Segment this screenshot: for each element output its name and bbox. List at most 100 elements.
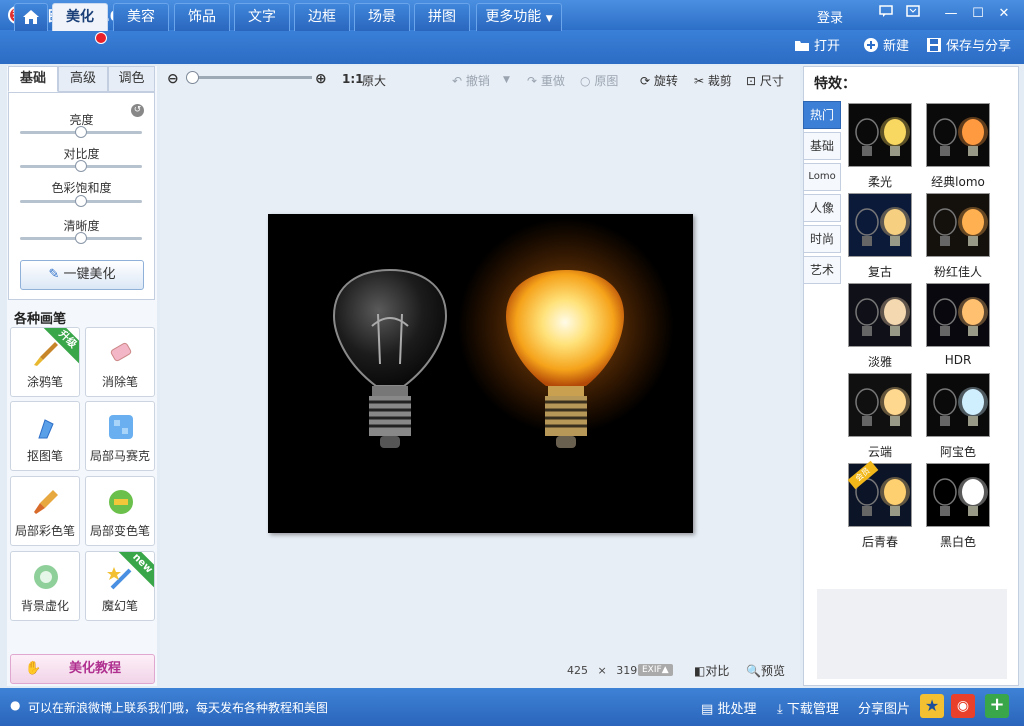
exif-button[interactable]: EXIF▲ [638,664,673,676]
zoom-out-icon[interactable]: ⊖ [167,71,179,87]
effect-thumb[interactable] [926,193,990,257]
add-share-icon[interactable]: + [985,694,1009,718]
photo-canvas[interactable] [268,214,693,533]
tab-beauty[interactable]: 美容 [113,3,169,31]
brush-icon [34,342,58,366]
download-manager-button[interactable]: ⤓ 下载管理 [777,698,839,717]
sharpness-knob[interactable] [75,232,87,244]
batch-button[interactable]: ▤ 批处理 [701,698,756,717]
eraser-icon [110,342,132,362]
brightness-knob[interactable] [75,126,87,138]
home-tab[interactable] [14,3,48,31]
magic-pen-tool[interactable]: new 魔幻笔 [85,551,155,621]
tab-scene[interactable]: 场景 [354,3,410,31]
contrast-knob[interactable] [75,160,87,172]
eraser-pen-label: 消除笔 [101,375,138,389]
local-color-pen-label: 局部彩色笔 [14,524,75,538]
local-color-pen-tool[interactable]: 局部彩色笔 [10,476,80,546]
size-separator: × [597,664,607,677]
undo-button[interactable]: ↶ 撤销 [452,72,490,89]
one-key-beautify-button[interactable]: ✎ 一键美化 [20,260,144,290]
undo-dropdown-icon[interactable]: ▼ [503,75,510,85]
redo-label: 重做 [540,74,565,88]
crop-button[interactable]: ✂ 裁剪 [694,72,732,89]
effects-preview-area [817,589,1007,679]
share-image-label[interactable]: 分享图片 [858,698,910,717]
minimize-button[interactable]: — [940,5,962,23]
tab-frame[interactable]: 边框 [294,3,350,31]
magic-pen-label: 魔幻笔 [101,599,138,613]
effect-thumb[interactable] [848,193,912,257]
effect-tab-lomo[interactable]: Lomo [803,163,841,191]
close-button[interactable]: ✕ [993,5,1015,23]
weibo-icon[interactable]: ◉ [951,694,975,718]
zoom-in-icon[interactable]: ⊕ [315,71,327,87]
effect-tab-portrait[interactable]: 人像 [803,194,841,222]
effect-thumb[interactable] [926,103,990,167]
exif-triangle-icon: ▲ [661,665,669,675]
new-badge-dot [95,32,107,44]
tutorial-button[interactable]: ✋ 美化教程 [10,654,155,684]
tab-accessories[interactable]: 饰品 [174,3,230,31]
open-button[interactable]: 打开 [794,37,840,57]
compare-button[interactable]: ◧对比 [694,662,729,679]
tab-text[interactable]: 文字 [234,3,290,31]
effect-thumb[interactable] [926,283,990,347]
zoom-slider[interactable] [190,76,312,79]
hand-icon: ✋ [25,661,42,676]
skin-icon[interactable] [902,5,924,23]
undo-icon: ↶ [452,74,463,88]
effect-thumb[interactable] [848,103,912,167]
effect-thumb[interactable] [926,463,990,527]
maximize-button[interactable]: ☐ [967,5,989,23]
exif-label: EXIF [642,665,662,675]
message-icon[interactable] [875,5,897,23]
effect-thumb-image [933,207,988,246]
actual-size-ratio[interactable]: 1:1 [342,72,364,86]
effect-label: 阿宝色 [939,445,976,459]
new-label: 新建 [883,39,910,54]
effect-tab-basic[interactable]: 基础 [803,132,841,160]
effect-thumb[interactable] [926,373,990,437]
new-button[interactable]: 新建 [863,37,909,57]
original-button[interactable]: ○ 原图 [580,72,618,89]
one-key-label: 一键美化 [63,267,116,282]
effect-label: HDR [944,353,972,367]
effect-tab-art[interactable]: 艺术 [803,256,841,284]
tab-beautify[interactable]: 美化 [52,3,108,31]
saturation-knob[interactable] [75,195,87,207]
eraser-pen-tool[interactable]: 消除笔 [85,327,155,397]
download-icon: ⤓ [777,702,783,717]
effect-thumb[interactable] [848,283,912,347]
status-message[interactable]: 可以在新浪微博上联系我们哦，每天发布各种教程和美图 [28,699,328,716]
rotate-button[interactable]: ⟳ 旋转 [640,72,678,89]
effect-thumb[interactable] [848,373,912,437]
cutout-pen-tool[interactable]: 抠图笔 [10,401,80,471]
mosaic-label: 局部马赛克 [89,449,150,463]
save-icon [927,38,941,52]
mosaic-tool[interactable]: 局部马赛克 [85,401,155,471]
effect-tab-fashion[interactable]: 时尚 [803,225,841,253]
local-recolor-pen-tool[interactable]: 局部变色笔 [85,476,155,546]
tab-collage[interactable]: 拼图 [414,3,470,31]
original-label: 原图 [594,74,619,88]
blur-lens-icon [34,565,58,589]
zoom-knob[interactable] [186,71,199,84]
resize-button[interactable]: ⊡ 尺寸 [746,72,784,89]
subtab-basic[interactable]: 基础 [8,66,58,92]
background-blur-tool[interactable]: 背景虚化 [10,551,80,621]
graffiti-pen-tool[interactable]: 升级 涂鸦笔 [10,327,80,397]
favorite-star-icon[interactable]: ★ [920,694,944,718]
tab-more[interactable]: 更多功能 ▼ [476,3,562,31]
redo-button[interactable]: ↷ 重做 [527,72,565,89]
save-share-button[interactable]: 保存与分享 [926,37,1011,57]
subtab-advanced[interactable]: 高级 [58,66,108,92]
subtab-color[interactable]: 调色 [108,66,155,92]
preview-button[interactable]: 🔍预览 [746,662,785,679]
effect-thumb-image [855,207,910,246]
actual-size-button[interactable]: 原大 [362,72,386,89]
rotate-label: 旋转 [653,74,678,88]
local-recolor-pen-label: 局部变色笔 [89,524,150,538]
login-link[interactable]: 登录 [817,7,843,26]
effect-tab-hot[interactable]: 热门 [803,101,841,129]
